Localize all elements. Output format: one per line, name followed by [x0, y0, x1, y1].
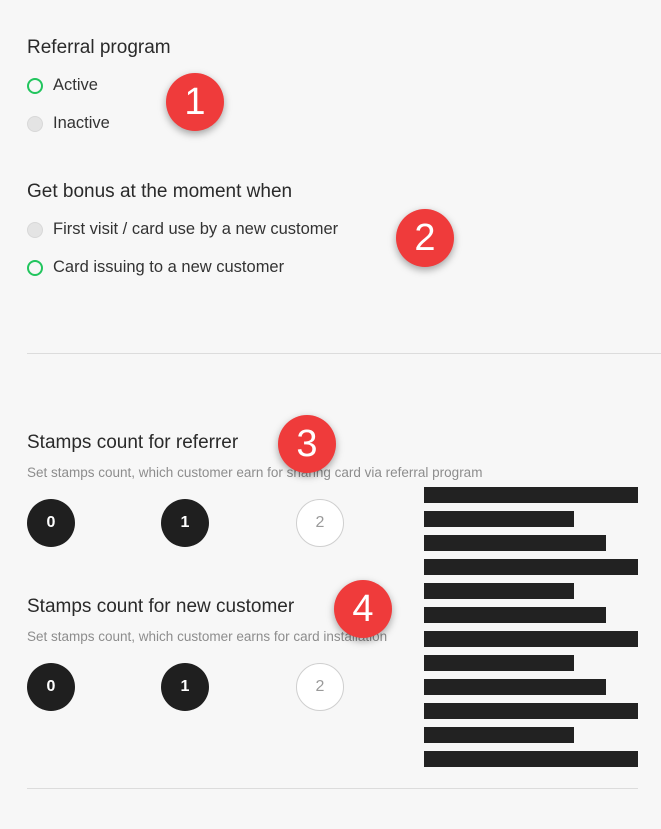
- radio-selected-icon[interactable]: [27, 259, 43, 276]
- referrer-stamps-title: Stamps count for referrer: [27, 432, 239, 453]
- referrer-stamp-option-2[interactable]: 2: [296, 499, 344, 547]
- redaction-bar: [424, 703, 638, 719]
- bonus-first-visit-option[interactable]: First visit / card use by a new customer: [27, 220, 338, 239]
- new-customer-stamp-option-1[interactable]: 1: [161, 663, 209, 711]
- step-badge-3: 3: [278, 415, 336, 473]
- redaction-bar: [424, 511, 574, 527]
- redaction-bar: [424, 535, 606, 551]
- bonus-first-visit-label: First visit / card use by a new customer: [53, 220, 339, 238]
- radio-selected-icon[interactable]: [27, 77, 43, 94]
- referral-inactive-option[interactable]: Inactive: [27, 114, 110, 133]
- referral-program-title: Referral program: [27, 37, 171, 58]
- redaction-bar: [424, 655, 574, 671]
- referral-active-label: Active: [53, 76, 98, 94]
- new-customer-stamps-title: Stamps count for new customer: [27, 596, 295, 617]
- radio-unselected-icon[interactable]: [27, 221, 43, 238]
- redaction-bar: [424, 487, 638, 503]
- redaction-bar: [424, 559, 638, 575]
- redaction-bar: [424, 679, 606, 695]
- referral-inactive-label: Inactive: [53, 114, 110, 132]
- referrer-stamp-option-0[interactable]: 0: [27, 499, 75, 547]
- referrer-stamp-option-1[interactable]: 1: [161, 499, 209, 547]
- new-customer-stamps-description: Set stamps count, which customer earns f…: [27, 629, 388, 644]
- step-badge-1: 1: [166, 73, 224, 131]
- redaction-bar: [424, 751, 638, 767]
- redaction-overlay: [424, 487, 638, 787]
- bonus-moment-title: Get bonus at the moment when: [27, 181, 293, 202]
- bonus-card-issuing-option[interactable]: Card issuing to a new customer: [27, 258, 284, 277]
- referrer-stamps-description: Set stamps count, which customer earn fo…: [27, 465, 483, 480]
- redaction-bar: [424, 583, 574, 599]
- section-divider: [27, 353, 661, 354]
- step-badge-2: 2: [396, 209, 454, 267]
- redaction-bar: [424, 631, 638, 647]
- redaction-bar: [424, 727, 574, 743]
- step-badge-4: 4: [334, 580, 392, 638]
- new-customer-stamp-option-0[interactable]: 0: [27, 663, 75, 711]
- referral-active-option[interactable]: Active: [27, 76, 98, 95]
- radio-unselected-icon[interactable]: [27, 115, 43, 132]
- redaction-bar: [424, 607, 606, 623]
- new-customer-stamp-option-2[interactable]: 2: [296, 663, 344, 711]
- section-divider-bottom: [27, 788, 638, 789]
- bonus-card-issuing-label: Card issuing to a new customer: [53, 258, 285, 276]
